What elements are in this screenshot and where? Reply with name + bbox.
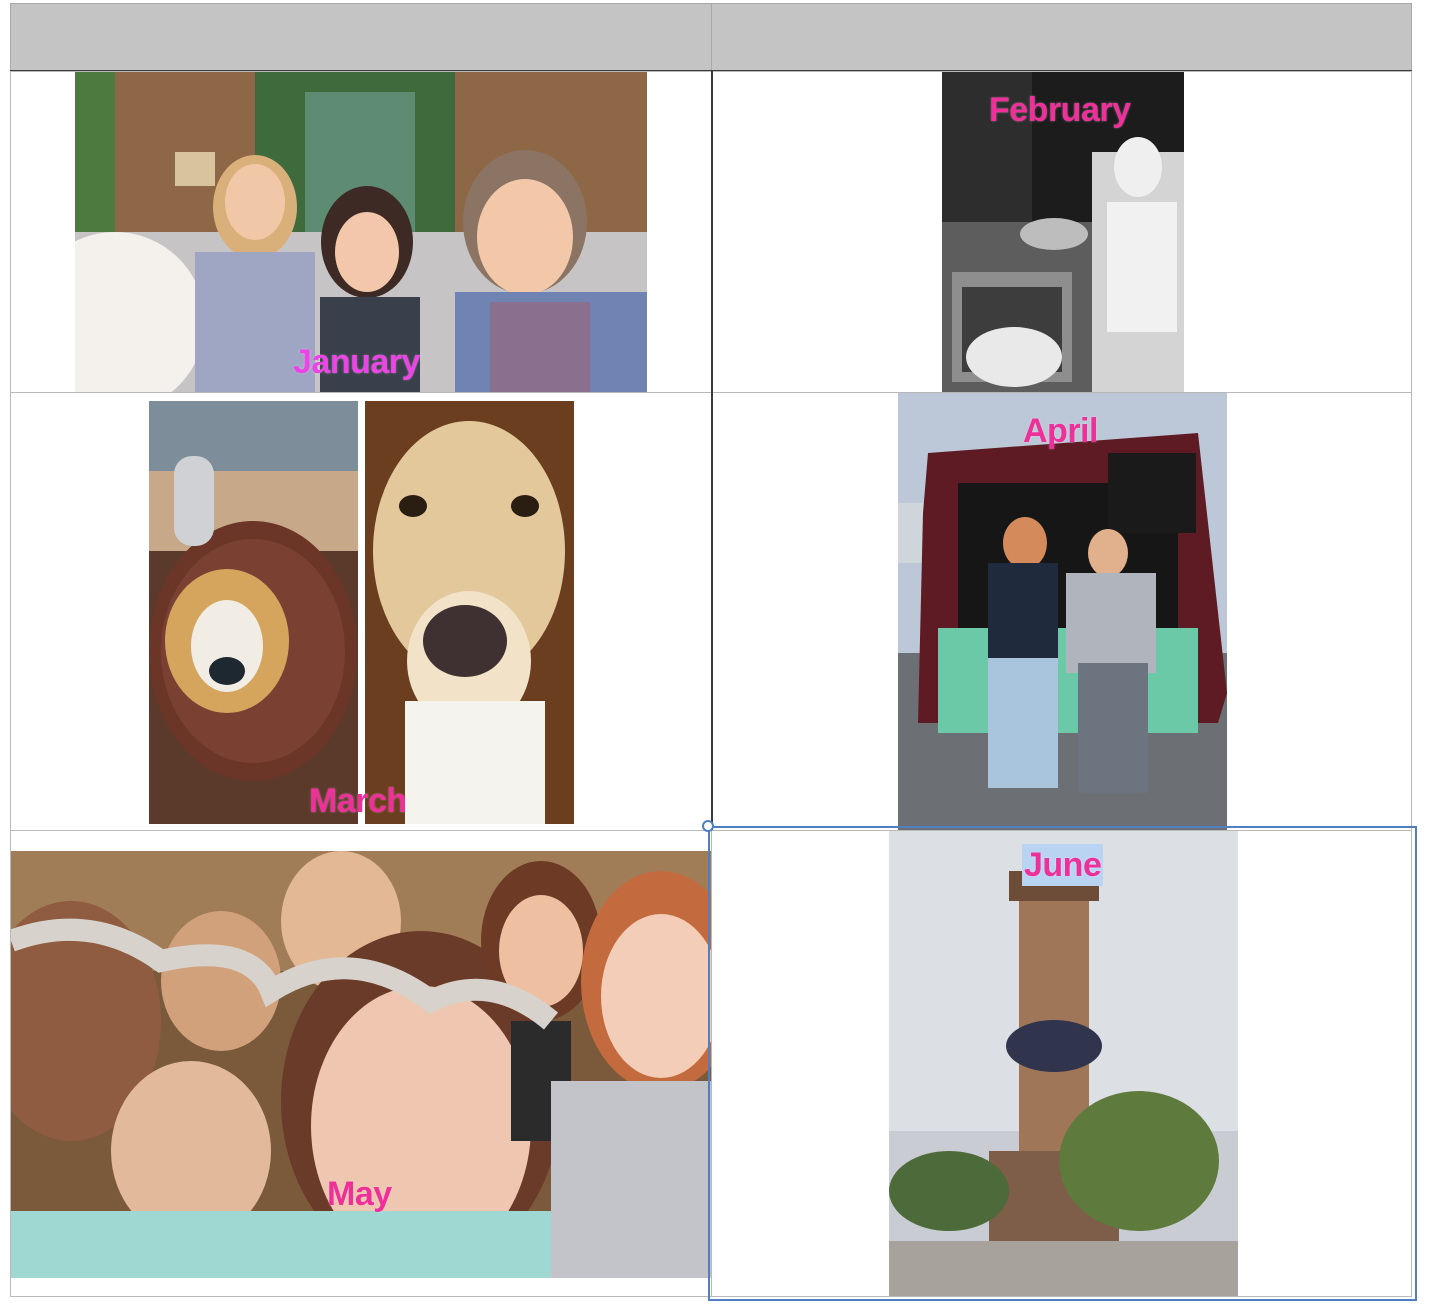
april-photo[interactable] bbox=[898, 393, 1227, 831]
month-label-june: June bbox=[1022, 844, 1104, 886]
header-cell-1[interactable] bbox=[10, 3, 712, 71]
photo-calendar-table: January February March April May June bbox=[10, 3, 1412, 1297]
march-cake-photo[interactable] bbox=[149, 401, 358, 824]
selected-text-june[interactable]: June bbox=[1022, 844, 1104, 886]
cell-february[interactable]: February bbox=[711, 71, 1412, 393]
month-label-april: April bbox=[1023, 412, 1098, 450]
march-dog-photo[interactable] bbox=[365, 401, 574, 824]
month-label-march: March bbox=[309, 782, 407, 820]
header-cell-2[interactable] bbox=[711, 3, 1412, 71]
cell-january[interactable]: January bbox=[10, 71, 712, 393]
cell-april[interactable]: April bbox=[711, 392, 1412, 831]
month-label-february: February bbox=[989, 91, 1131, 129]
cell-june[interactable]: June bbox=[711, 830, 1412, 1297]
column-divider-upper bbox=[711, 71, 713, 831]
column-divider-lower bbox=[711, 830, 712, 1297]
month-label-may: May bbox=[327, 1175, 392, 1213]
may-photo[interactable] bbox=[11, 851, 712, 1278]
cell-march[interactable]: March bbox=[10, 392, 712, 831]
month-label-january: January bbox=[293, 343, 420, 381]
selection-resize-handle[interactable] bbox=[702, 820, 714, 832]
june-photo[interactable] bbox=[889, 831, 1238, 1297]
cell-may[interactable]: May bbox=[10, 830, 712, 1297]
